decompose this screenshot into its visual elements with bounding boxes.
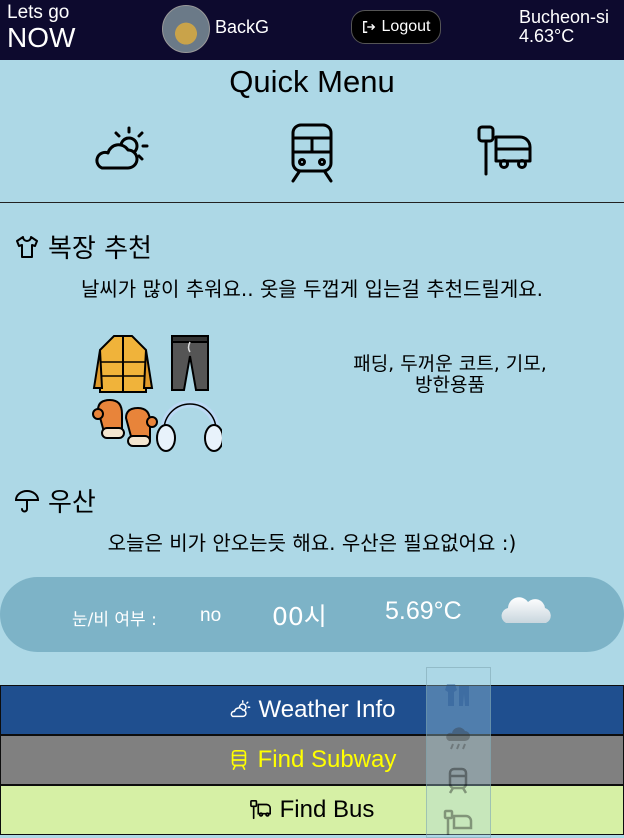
forecast-temperature: 5.69°C bbox=[385, 597, 462, 625]
weather-info-button[interactable]: Weather Info bbox=[0, 685, 624, 735]
shirt-icon bbox=[16, 235, 38, 258]
section-divider bbox=[0, 202, 624, 203]
header-temperature: 4.63°C bbox=[519, 26, 575, 46]
umbrella-message: 오늘은 비가 안오는듯 해요. 우산은 필요없어요 :) bbox=[107, 531, 517, 555]
find-bus-button[interactable]: Find Bus bbox=[0, 785, 624, 835]
find-subway-label: Find Subway bbox=[257, 746, 397, 773]
bus-small-icon bbox=[249, 800, 271, 820]
avatar[interactable] bbox=[162, 5, 210, 53]
clothing-items-line2: 방한용품 bbox=[415, 374, 485, 396]
header-city: Bucheon-si bbox=[519, 7, 610, 27]
top-header: Lets go NOW BackG Logout Bucheon-si 4.63… bbox=[0, 0, 624, 60]
floating-quick-panel[interactable] bbox=[426, 667, 491, 838]
bus-stop-icon[interactable] bbox=[474, 122, 534, 184]
username: BackG bbox=[215, 17, 270, 37]
subway-icon[interactable] bbox=[282, 122, 342, 184]
logout-button[interactable]: Logout bbox=[351, 10, 441, 44]
train-icon[interactable] bbox=[443, 766, 473, 796]
subway-small-icon bbox=[231, 750, 246, 770]
header-weather: Bucheon-si 4.63°C bbox=[519, 8, 609, 46]
brand-line2: NOW bbox=[7, 22, 76, 53]
precip-value: no bbox=[200, 605, 222, 626]
brand-line1: Lets go bbox=[7, 2, 70, 23]
quick-menu-title: Quick Menu bbox=[229, 64, 395, 99]
clothing-items: 패딩, 두꺼운 코트, 기모, 방한용품 bbox=[325, 354, 575, 396]
rain-cloud-icon[interactable] bbox=[443, 723, 473, 753]
clothing-items-line1: 패딩, 두꺼운 코트, 기모, bbox=[353, 353, 547, 375]
clothing-title-text: 복장 추천 bbox=[48, 234, 152, 264]
bus-icon[interactable] bbox=[443, 808, 473, 838]
umbrella-title: 우산 bbox=[14, 482, 96, 519]
weather-info-label: Weather Info bbox=[258, 696, 396, 723]
clothing-message: 날씨가 많이 추워요.. 옷을 두껍게 입는걸 추천드릴게요. bbox=[80, 277, 544, 301]
brand-logo[interactable]: Lets go NOW bbox=[7, 3, 75, 52]
logout-icon bbox=[362, 21, 375, 33]
forecast-time: 00시 bbox=[272, 602, 327, 631]
find-subway-button[interactable]: Find Subway bbox=[0, 735, 624, 785]
weather-icon[interactable] bbox=[92, 122, 152, 184]
clothes-icon[interactable] bbox=[443, 680, 473, 710]
umbrella-icon bbox=[14, 489, 40, 512]
weather-small-icon bbox=[230, 700, 250, 718]
clothing-title: 복장 추천 bbox=[14, 228, 152, 265]
find-bus-label: Find Bus bbox=[279, 796, 375, 823]
precip-label: 눈/비 여부 : bbox=[72, 610, 157, 630]
umbrella-title-text: 우산 bbox=[48, 488, 96, 518]
logout-label: Logout bbox=[381, 18, 431, 35]
cloud-icon bbox=[501, 597, 551, 623]
winter-clothes-image bbox=[92, 335, 222, 452]
